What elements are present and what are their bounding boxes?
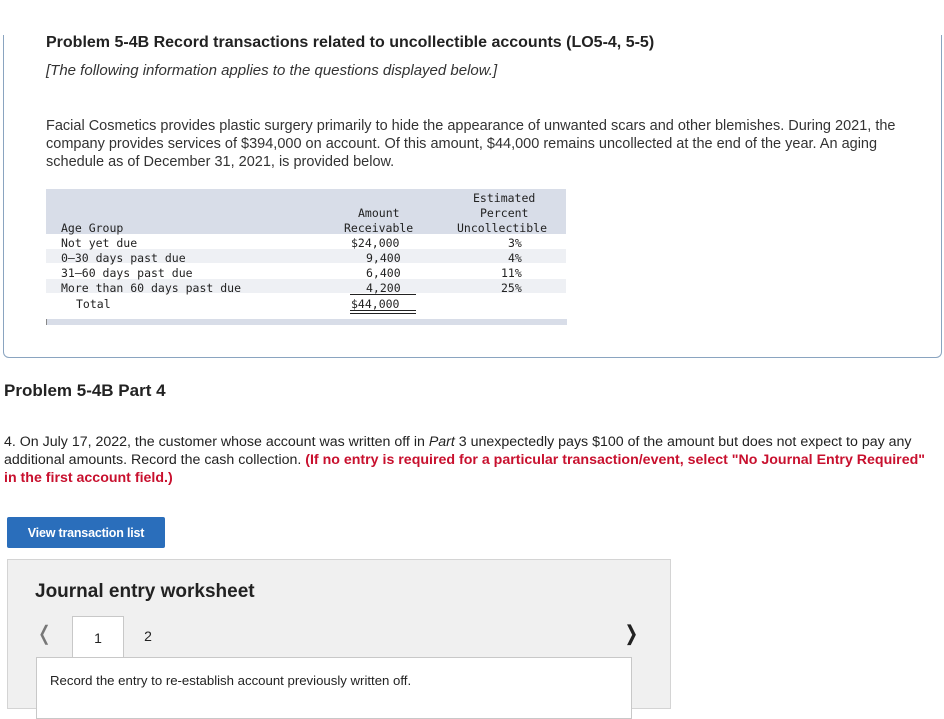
row-pct: 25% bbox=[501, 281, 522, 295]
entry-instruction: Record the entry to re-establish account… bbox=[50, 673, 412, 688]
total-label: Total bbox=[76, 297, 111, 311]
row-group: Not yet due bbox=[61, 236, 138, 250]
worksheet-tab-2[interactable]: 2 bbox=[123, 616, 173, 656]
entry-panel: Record the entry to re-establish account… bbox=[36, 657, 632, 719]
question-text: 4. On July 17, 2022, the customer whose … bbox=[4, 433, 939, 487]
aging-schedule: Amount Receivable Estimated Percent Unco… bbox=[46, 189, 567, 327]
chevron-left-icon[interactable]: ❬ bbox=[36, 621, 53, 646]
col-amount-line1: Amount bbox=[358, 206, 400, 220]
problem-title: Problem 5-4B Record transactions related… bbox=[46, 34, 655, 51]
subtotal-rule bbox=[350, 294, 416, 295]
col-age-group: Age Group bbox=[61, 221, 124, 235]
total-double-rule bbox=[350, 310, 416, 314]
col-pct-line1: Estimated bbox=[473, 191, 536, 205]
problem-subtitle: [The following information applies to th… bbox=[46, 62, 498, 79]
question-main: 4. On July 17, 2022, the customer whose … bbox=[4, 434, 429, 450]
col-pct-line3: Uncollectible bbox=[457, 221, 548, 235]
row-amount: $24,000 bbox=[351, 236, 400, 250]
view-transaction-list-button[interactable]: View transaction list bbox=[7, 517, 165, 548]
worksheet-tab-1[interactable]: 1 bbox=[72, 616, 124, 659]
row-pct: 3% bbox=[508, 236, 522, 250]
journal-entry-worksheet: Journal entry worksheet ❬ 1 2 ❭ Record t… bbox=[7, 559, 671, 719]
aging-footer-band bbox=[46, 319, 567, 325]
row-amount: 4,200 bbox=[366, 281, 401, 295]
part-title: Problem 5-4B Part 4 bbox=[4, 381, 166, 400]
col-pct-line2: Percent bbox=[480, 206, 529, 220]
row-amount: 9,400 bbox=[366, 251, 401, 265]
row-group: 0–30 days past due bbox=[61, 251, 186, 265]
total-amount: $44,000 bbox=[351, 297, 400, 311]
col-amount-line2: Receivable bbox=[344, 221, 414, 235]
question-italic: Part bbox=[428, 434, 455, 450]
row-amount: 6,400 bbox=[366, 266, 401, 280]
chevron-right-icon[interactable]: ❭ bbox=[623, 621, 640, 646]
worksheet-title: Journal entry worksheet bbox=[35, 581, 255, 602]
row-pct: 11% bbox=[501, 266, 522, 280]
row-group: 31–60 days past due bbox=[61, 266, 193, 280]
row-pct: 4% bbox=[508, 251, 522, 265]
row-group: More than 60 days past due bbox=[61, 281, 242, 295]
intro-paragraph: Facial Cosmetics provides plastic surger… bbox=[46, 118, 896, 170]
